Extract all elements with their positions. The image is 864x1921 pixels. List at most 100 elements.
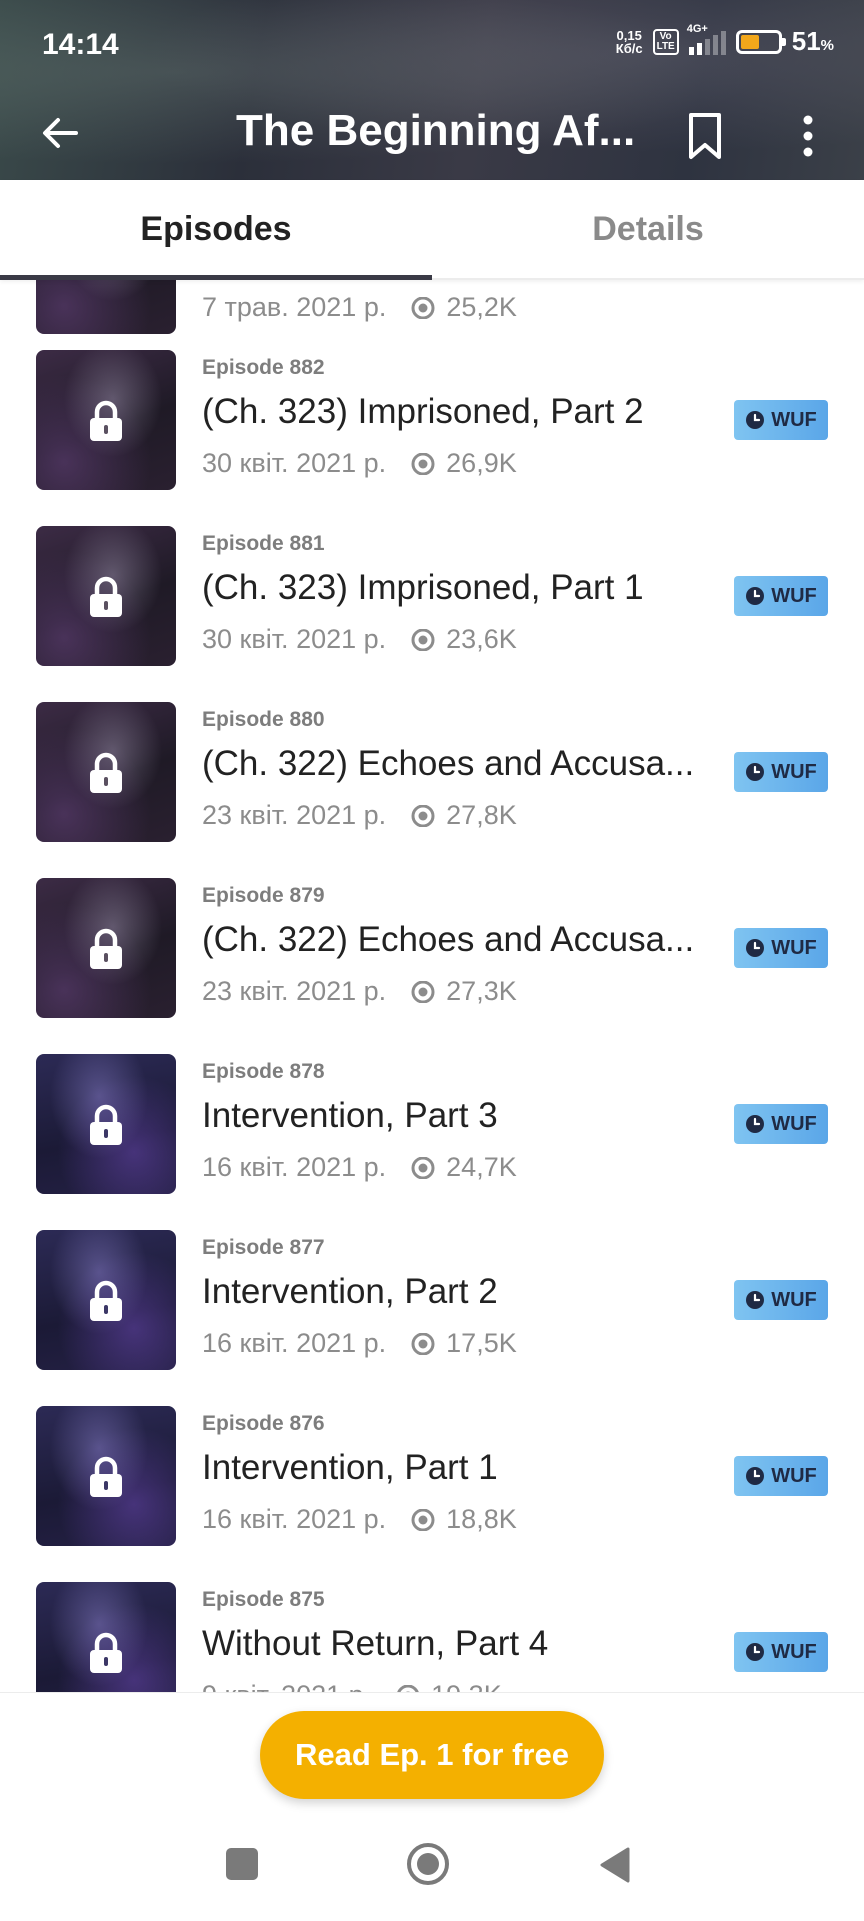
signal-icon: 4G+ xyxy=(687,23,726,55)
episode-number: Episode 881 xyxy=(202,532,325,555)
episode-meta: 9 квіт. 2021 р. 19,3K xyxy=(202,1680,502,1692)
clock-icon xyxy=(746,1291,765,1309)
episode-number: Episode 879 xyxy=(202,884,325,907)
battery-icon xyxy=(735,29,786,54)
eye-icon xyxy=(411,1508,435,1531)
episode-list[interactable]: 7 трав. 2021 р. 25,2K Episode 882 (Ch. 3… xyxy=(0,280,864,1692)
episode-views: 27,3K xyxy=(446,976,517,1006)
episode-views: 24,7K xyxy=(446,1152,517,1182)
episode-thumbnail xyxy=(36,878,176,1018)
lock-icon xyxy=(90,752,122,793)
episode-thumbnail xyxy=(36,1230,176,1370)
eye-icon xyxy=(411,804,435,827)
more-vertical-icon[interactable] xyxy=(800,114,816,158)
episode-date: 9 квіт. 2021 р. xyxy=(202,1680,371,1692)
episode-title: (Ch. 323) Imprisoned, Part 2 xyxy=(202,392,644,431)
eye-icon xyxy=(411,980,435,1003)
back-triangle-icon[interactable] xyxy=(598,1846,630,1884)
episode-meta: 23 квіт. 2021 р. 27,8K xyxy=(202,800,517,831)
lock-icon xyxy=(90,576,122,617)
episode-row[interactable]: Episode 878 Intervention, Part 3 16 квіт… xyxy=(0,1054,864,1230)
episode-row[interactable]: Episode 875 Without Return, Part 4 9 кві… xyxy=(0,1582,864,1692)
episode-number: Episode 875 xyxy=(202,1588,325,1611)
episode-number: Episode 877 xyxy=(202,1236,325,1259)
episode-meta: 16 квіт. 2021 р. 18,8K xyxy=(202,1504,517,1535)
episode-row[interactable]: Episode 882 (Ch. 323) Imprisoned, Part 2… xyxy=(0,350,864,526)
clock-icon xyxy=(746,587,765,605)
episode-meta: 16 квіт. 2021 р. 17,5K xyxy=(202,1328,517,1359)
eye-icon xyxy=(411,452,435,475)
page-title: The Beginning Af... xyxy=(236,106,636,155)
episode-date: 7 трав. 2021 р. xyxy=(202,292,387,322)
bottom-bar: Read Ep. 1 for free xyxy=(0,1692,864,1921)
episode-thumbnail xyxy=(36,1582,176,1692)
episode-row[interactable]: Episode 876 Intervention, Part 1 16 квіт… xyxy=(0,1406,864,1582)
episode-number: Episode 878 xyxy=(202,1060,325,1083)
battery-percent: 51% xyxy=(791,26,834,56)
episode-date: 16 квіт. 2021 р. xyxy=(202,1328,387,1358)
episode-views: 19,3K xyxy=(431,1680,502,1692)
episode-date: 30 квіт. 2021 р. xyxy=(202,624,387,654)
clock-icon xyxy=(746,1115,765,1133)
episode-row[interactable]: Episode 881 (Ch. 323) Imprisoned, Part 1… xyxy=(0,526,864,702)
episode-views: 23,6K xyxy=(446,624,517,654)
battery-fill xyxy=(740,34,760,49)
episode-number: Episode 882 xyxy=(202,356,325,379)
episode-row[interactable]: Episode 880 (Ch. 322) Echoes and Accusa.… xyxy=(0,702,864,878)
episode-date: 23 квіт. 2021 р. xyxy=(202,976,387,1006)
episode-views: 27,8K xyxy=(446,800,517,830)
bookmark-icon[interactable] xyxy=(688,112,722,160)
episode-title: Without Return, Part 4 xyxy=(202,1624,549,1663)
app-header: 14:14 0,15 Кб/с Vo LTE 4G+ 51% The Begin… xyxy=(0,0,864,180)
episode-thumbnail xyxy=(36,1406,176,1546)
eye-icon xyxy=(411,1332,435,1355)
tab-indicator xyxy=(0,275,432,280)
lock-icon xyxy=(90,1456,122,1497)
wuf-badge: WUF xyxy=(734,1632,828,1672)
episode-date: 16 квіт. 2021 р. xyxy=(202,1152,387,1182)
wuf-badge: WUF xyxy=(734,1104,828,1144)
episode-thumbnail xyxy=(36,702,176,842)
episode-thumbnail xyxy=(36,1054,176,1194)
status-icons: 0,15 Кб/с Vo LTE 4G+ 51% xyxy=(615,23,834,57)
episode-title: Intervention, Part 2 xyxy=(202,1272,498,1311)
arrow-left-icon[interactable] xyxy=(40,113,80,153)
tab-episodes[interactable]: Episodes xyxy=(0,180,432,278)
episode-title: (Ch. 322) Echoes and Accusa... xyxy=(202,920,695,959)
tab-details[interactable]: Details xyxy=(432,180,864,278)
episode-views: 17,5K xyxy=(446,1328,517,1358)
clock-icon xyxy=(746,1467,765,1485)
episode-number: Episode 880 xyxy=(202,708,325,731)
episode-title: (Ch. 322) Echoes and Accusa... xyxy=(202,744,695,783)
eye-icon xyxy=(411,1156,435,1179)
episode-row[interactable]: Episode 877 Intervention, Part 2 16 квіт… xyxy=(0,1230,864,1406)
eye-icon xyxy=(411,628,435,651)
read-free-button[interactable]: Read Ep. 1 for free xyxy=(260,1711,604,1799)
episode-number: Episode 876 xyxy=(202,1412,325,1435)
episode-row[interactable]: Episode 879 (Ch. 322) Echoes and Accusa.… xyxy=(0,878,864,1054)
recents-square-icon[interactable] xyxy=(226,1848,258,1880)
network-speed: 0,15 Кб/с xyxy=(615,27,643,56)
episode-meta: 7 трав. 2021 р. 25,2K xyxy=(202,292,517,323)
episode-thumbnail xyxy=(36,280,176,334)
volte-icon: Vo LTE xyxy=(652,28,679,55)
status-time: 14:14 xyxy=(42,28,119,61)
clock-icon xyxy=(746,939,765,957)
episode-meta: 30 квіт. 2021 р. 23,6K xyxy=(202,624,517,655)
episode-title: Intervention, Part 3 xyxy=(202,1096,498,1135)
clock-icon xyxy=(746,1643,765,1661)
episode-date: 30 квіт. 2021 р. xyxy=(202,448,387,478)
lock-icon xyxy=(90,1104,122,1145)
lock-icon xyxy=(90,928,122,969)
episode-meta: 23 квіт. 2021 р. 27,3K xyxy=(202,976,517,1007)
episode-thumbnail xyxy=(36,350,176,490)
episode-title: Intervention, Part 1 xyxy=(202,1448,498,1487)
episode-views: 26,9K xyxy=(446,448,517,478)
episode-views: 25,2K xyxy=(446,292,517,322)
episode-date: 23 квіт. 2021 р. xyxy=(202,800,387,830)
episode-meta: 30 квіт. 2021 р. 26,9K xyxy=(202,448,517,479)
wuf-badge: WUF xyxy=(734,1456,828,1496)
wuf-badge: WUF xyxy=(734,752,828,792)
home-circle-icon[interactable] xyxy=(406,1842,450,1886)
lock-icon xyxy=(90,1632,122,1673)
